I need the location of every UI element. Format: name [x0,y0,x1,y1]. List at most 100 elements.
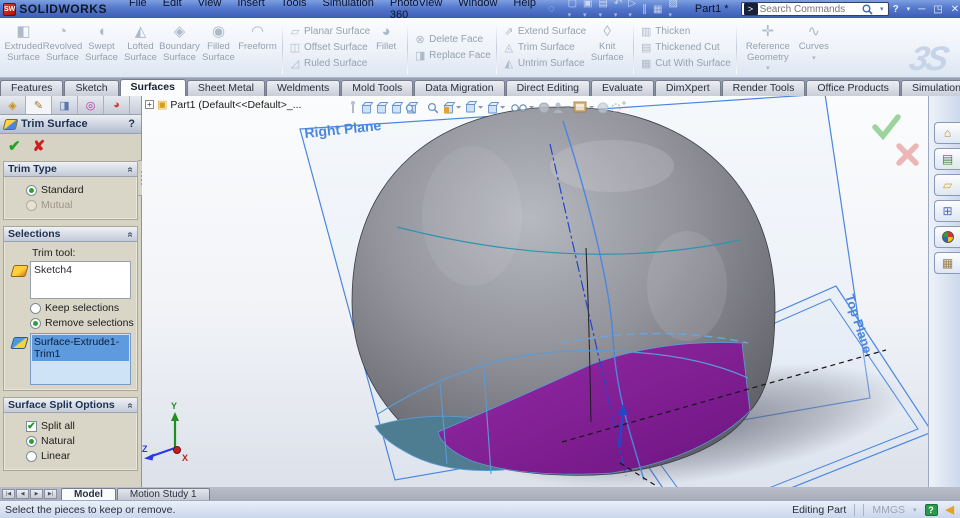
section-view-icon[interactable] [444,102,462,114]
pieces-listbox[interactable]: Surface-Extrude1-Trim1 [30,333,131,385]
fillet-button[interactable]: ◕ Fillet [370,20,402,75]
standard-radio[interactable]: Standard [26,184,135,196]
extruded-surface-button[interactable]: ◧ Extruded Surface [4,20,43,75]
thicken-button[interactable]: ▥ Thicken [639,24,731,40]
curves-button[interactable]: ∿ Curves ▾ [794,20,834,75]
list-item-selected[interactable]: Surface-Extrude1-Trim1 [32,335,129,361]
search-input[interactable] [759,3,860,15]
swept-surface-button[interactable]: ◖ Swept Surface [82,20,121,75]
quick-tips-icon[interactable]: ? [924,503,938,516]
lofted-surface-button[interactable]: ◭ Lofted Surface [121,20,160,75]
save-icon[interactable]: ▣ ▾ [580,0,595,20]
attach-icon[interactable]: ∥ [639,4,650,15]
design-library-icon[interactable]: ▤ [934,148,960,170]
extend-surface-button[interactable]: ⇗ Extend Surface [502,24,586,40]
offset-surface-button[interactable]: ◫ Offset Surface [288,40,370,56]
untrim-surface-button[interactable]: ◭ Untrim Surface [502,56,586,72]
confirm-cancel-icon[interactable] [896,143,919,166]
mutual-radio[interactable]: Mutual [26,199,135,211]
natural-radio[interactable]: Natural [26,435,135,447]
reference-geometry-button[interactable]: ✛ Reference Geometry ▾ [742,20,794,75]
tab-direct-editing[interactable]: Direct Editing [505,80,591,96]
edit-appearance-icon[interactable] [538,102,550,114]
tab-office-products[interactable]: Office Products [806,80,900,96]
appearances-scenes-icon[interactable] [934,226,960,248]
solidworks-resources-icon[interactable]: ⌂ [934,122,960,144]
graphics-viewport[interactable]: Right Plane Top Plane Y Z X + ▣ Part1 (D… [142,96,928,487]
trim-surface-button[interactable]: ◬ Trim Surface [502,40,586,56]
dimxpertmanager-tab[interactable]: ◎ [78,96,104,114]
rotate-view-icon[interactable] [597,102,609,114]
view-palette-icon[interactable]: ⊞ [934,200,960,222]
select-icon[interactable]: ▷ ▾ [625,0,639,20]
view-orientation-icon[interactable] [466,101,484,113]
displaymanager-tab[interactable]: ◕ [104,96,130,114]
replace-face-button[interactable]: ◨ Replace Face [413,48,491,64]
tab-weldments[interactable]: Weldments [265,80,341,96]
undo-icon[interactable]: ↶ ▾ [611,0,625,20]
panel-help-button[interactable]: ? [128,118,135,130]
previous-view-icon[interactable] [392,102,403,114]
filled-surface-button[interactable]: ◉ Filled Surface [199,20,238,75]
restore-button[interactable]: ◳ [929,4,946,15]
tree-expander[interactable]: + [145,100,154,109]
knit-surface-button[interactable]: ◊ Knit Surface [586,20,628,75]
tab-sheet-metal[interactable]: Sheet Metal [186,80,265,96]
zoom-to-fit-icon[interactable] [362,102,373,114]
ruled-surface-button[interactable]: ◿ Ruled Surface [288,56,370,72]
freeform-button[interactable]: ◠ Freeform [238,20,277,75]
cancel-button[interactable]: ✘ [33,137,46,155]
magnifier-icon[interactable] [427,102,439,114]
revolved-surface-button[interactable]: ◔ Revolved Surface [43,20,83,75]
options-icon[interactable]: ▧ ▾ [665,0,680,20]
tab-evaluate[interactable]: Evaluate [591,80,654,96]
thickened-cut-button[interactable]: ▤ Thickened Cut [639,40,731,56]
propertymanager-tab[interactable]: ✎ [26,96,52,114]
custom-properties-icon[interactable]: ▦ [934,252,960,274]
featuremanager-tree-tab[interactable]: ◈ [0,96,26,114]
tab-data-migration[interactable]: Data Migration [414,80,505,96]
file-explorer-icon[interactable]: ▱ [934,174,960,196]
help-caret-icon[interactable]: ▾ [903,5,915,13]
tab-features[interactable]: Features [0,80,64,96]
search-caret-icon[interactable]: ▾ [876,5,888,13]
selections-header[interactable]: Selections « [4,227,137,242]
units-selector[interactable]: MMGS [872,504,905,516]
menu-pin-icon[interactable]: ◌ [548,3,555,15]
minimize-button[interactable]: ─ [914,4,929,15]
model-tab[interactable]: Model [61,488,116,500]
cut-with-surface-button[interactable]: ▦ Cut With Surface [639,56,731,72]
motion-study-tab[interactable]: Motion Study 1 [116,488,210,500]
close-button[interactable]: ✕ [947,4,960,15]
tab-sketch[interactable]: Sketch [64,80,119,96]
pushpin-icon[interactable] [351,101,355,113]
first-tab-button[interactable]: |◀ [2,489,15,499]
remove-selections-radio[interactable]: Remove selections [30,317,135,329]
planar-surface-button[interactable]: ▱ Planar Surface [288,24,370,40]
display-style-icon[interactable] [488,102,506,114]
help-button[interactable]: ? [889,4,903,15]
last-tab-button[interactable]: ▶| [44,489,57,499]
box-icon[interactable]: ▦ [650,4,665,15]
trim-type-header[interactable]: Trim Type « [4,162,137,177]
boundary-surface-button[interactable]: ◈ Boundary Surface [159,20,200,75]
ok-button[interactable]: ✔ [8,137,21,155]
keep-selections-radio[interactable]: Keep selections [30,302,135,314]
tab-mold-tools[interactable]: Mold Tools [341,80,414,96]
new-document-icon[interactable]: ▢ ▾ [565,0,580,20]
tab-simulation[interactable]: Simulation [900,80,960,96]
tab-dimxpert[interactable]: DimXpert [654,80,721,96]
tab-render-tools[interactable]: Render Tools [721,80,806,96]
split-all-checkbox[interactable]: ✔ Split all [26,420,135,432]
next-tab-button[interactable]: ▶ [30,489,43,499]
task-pane-toggle-icon[interactable]: ◀ [946,503,954,516]
zoom-to-area-icon[interactable] [377,102,388,114]
delete-face-button[interactable]: ⊗ Delete Face [413,32,491,48]
zoom-in-out-icon[interactable] [405,102,418,115]
configurationmanager-tab[interactable]: ◨ [52,96,78,114]
surface-split-options-header[interactable]: Surface Split Options « [4,398,137,413]
tab-surfaces[interactable]: Surfaces [119,79,186,96]
confirm-ok-icon[interactable] [872,114,901,141]
linear-radio[interactable]: Linear [26,450,135,462]
trim-tool-listbox[interactable]: Sketch4 [30,261,131,299]
